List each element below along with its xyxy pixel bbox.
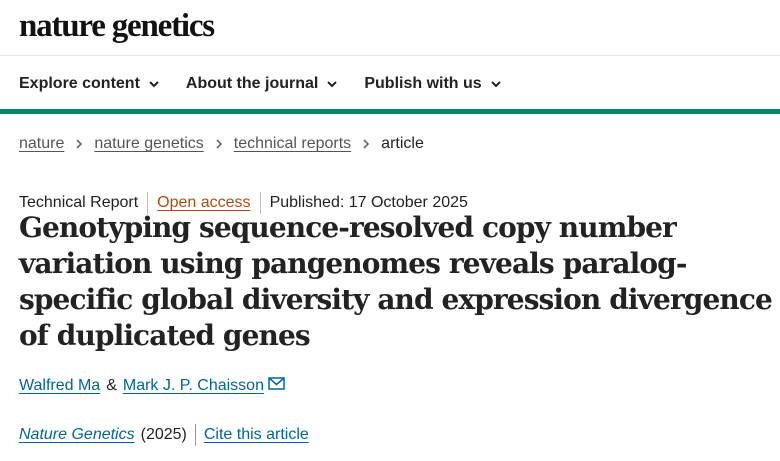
nav-label: About the journal: [185, 75, 319, 92]
nav-publish-with-us[interactable]: Publish with us: [364, 72, 501, 96]
header-divider: [0, 55, 780, 56]
chevron-right-icon: [76, 139, 83, 149]
citation-line: Nature Genetics (2025) Cite this article: [19, 424, 309, 446]
breadcrumb: nature nature genetics technical reports…: [19, 135, 424, 153]
breadcrumb-technical-reports[interactable]: technical reports: [234, 135, 351, 153]
author-link[interactable]: Walfred Ma: [19, 377, 100, 395]
article-title: Genotyping sequence-resolved copy number…: [19, 211, 773, 352]
nav-label: Explore content: [19, 75, 140, 92]
publication-year: (2025): [140, 426, 187, 443]
chevron-right-icon: [216, 139, 222, 149]
main-nav: Explore content About the journal Publis…: [19, 72, 502, 96]
journal-link[interactable]: Nature Genetics: [19, 426, 135, 444]
chevron-right-icon: [363, 139, 370, 149]
chevron-down-icon: [327, 81, 338, 88]
cite-this-article-link[interactable]: Cite this article: [204, 426, 309, 444]
breadcrumb-nature-genetics[interactable]: nature genetics: [94, 135, 203, 153]
breadcrumb-current: article: [381, 135, 424, 152]
nav-about-the-journal[interactable]: About the journal: [186, 72, 338, 96]
author-link[interactable]: Mark J. P. Chaisson: [123, 377, 264, 395]
nav-explore-content[interactable]: Explore content: [19, 72, 160, 96]
nav-label: Publish with us: [364, 75, 482, 92]
accent-bar: [0, 109, 780, 114]
site-logo[interactable]: nature genetics: [19, 4, 215, 48]
chevron-down-icon: [149, 81, 159, 88]
citation-divider: [194, 424, 196, 446]
breadcrumb-nature[interactable]: nature: [19, 135, 64, 153]
email-icon[interactable]: [268, 376, 285, 390]
chevron-down-icon: [490, 81, 501, 88]
author-list: Walfred Ma & Mark J. P. Chaisson: [19, 376, 285, 395]
author-separator: &: [106, 377, 117, 394]
